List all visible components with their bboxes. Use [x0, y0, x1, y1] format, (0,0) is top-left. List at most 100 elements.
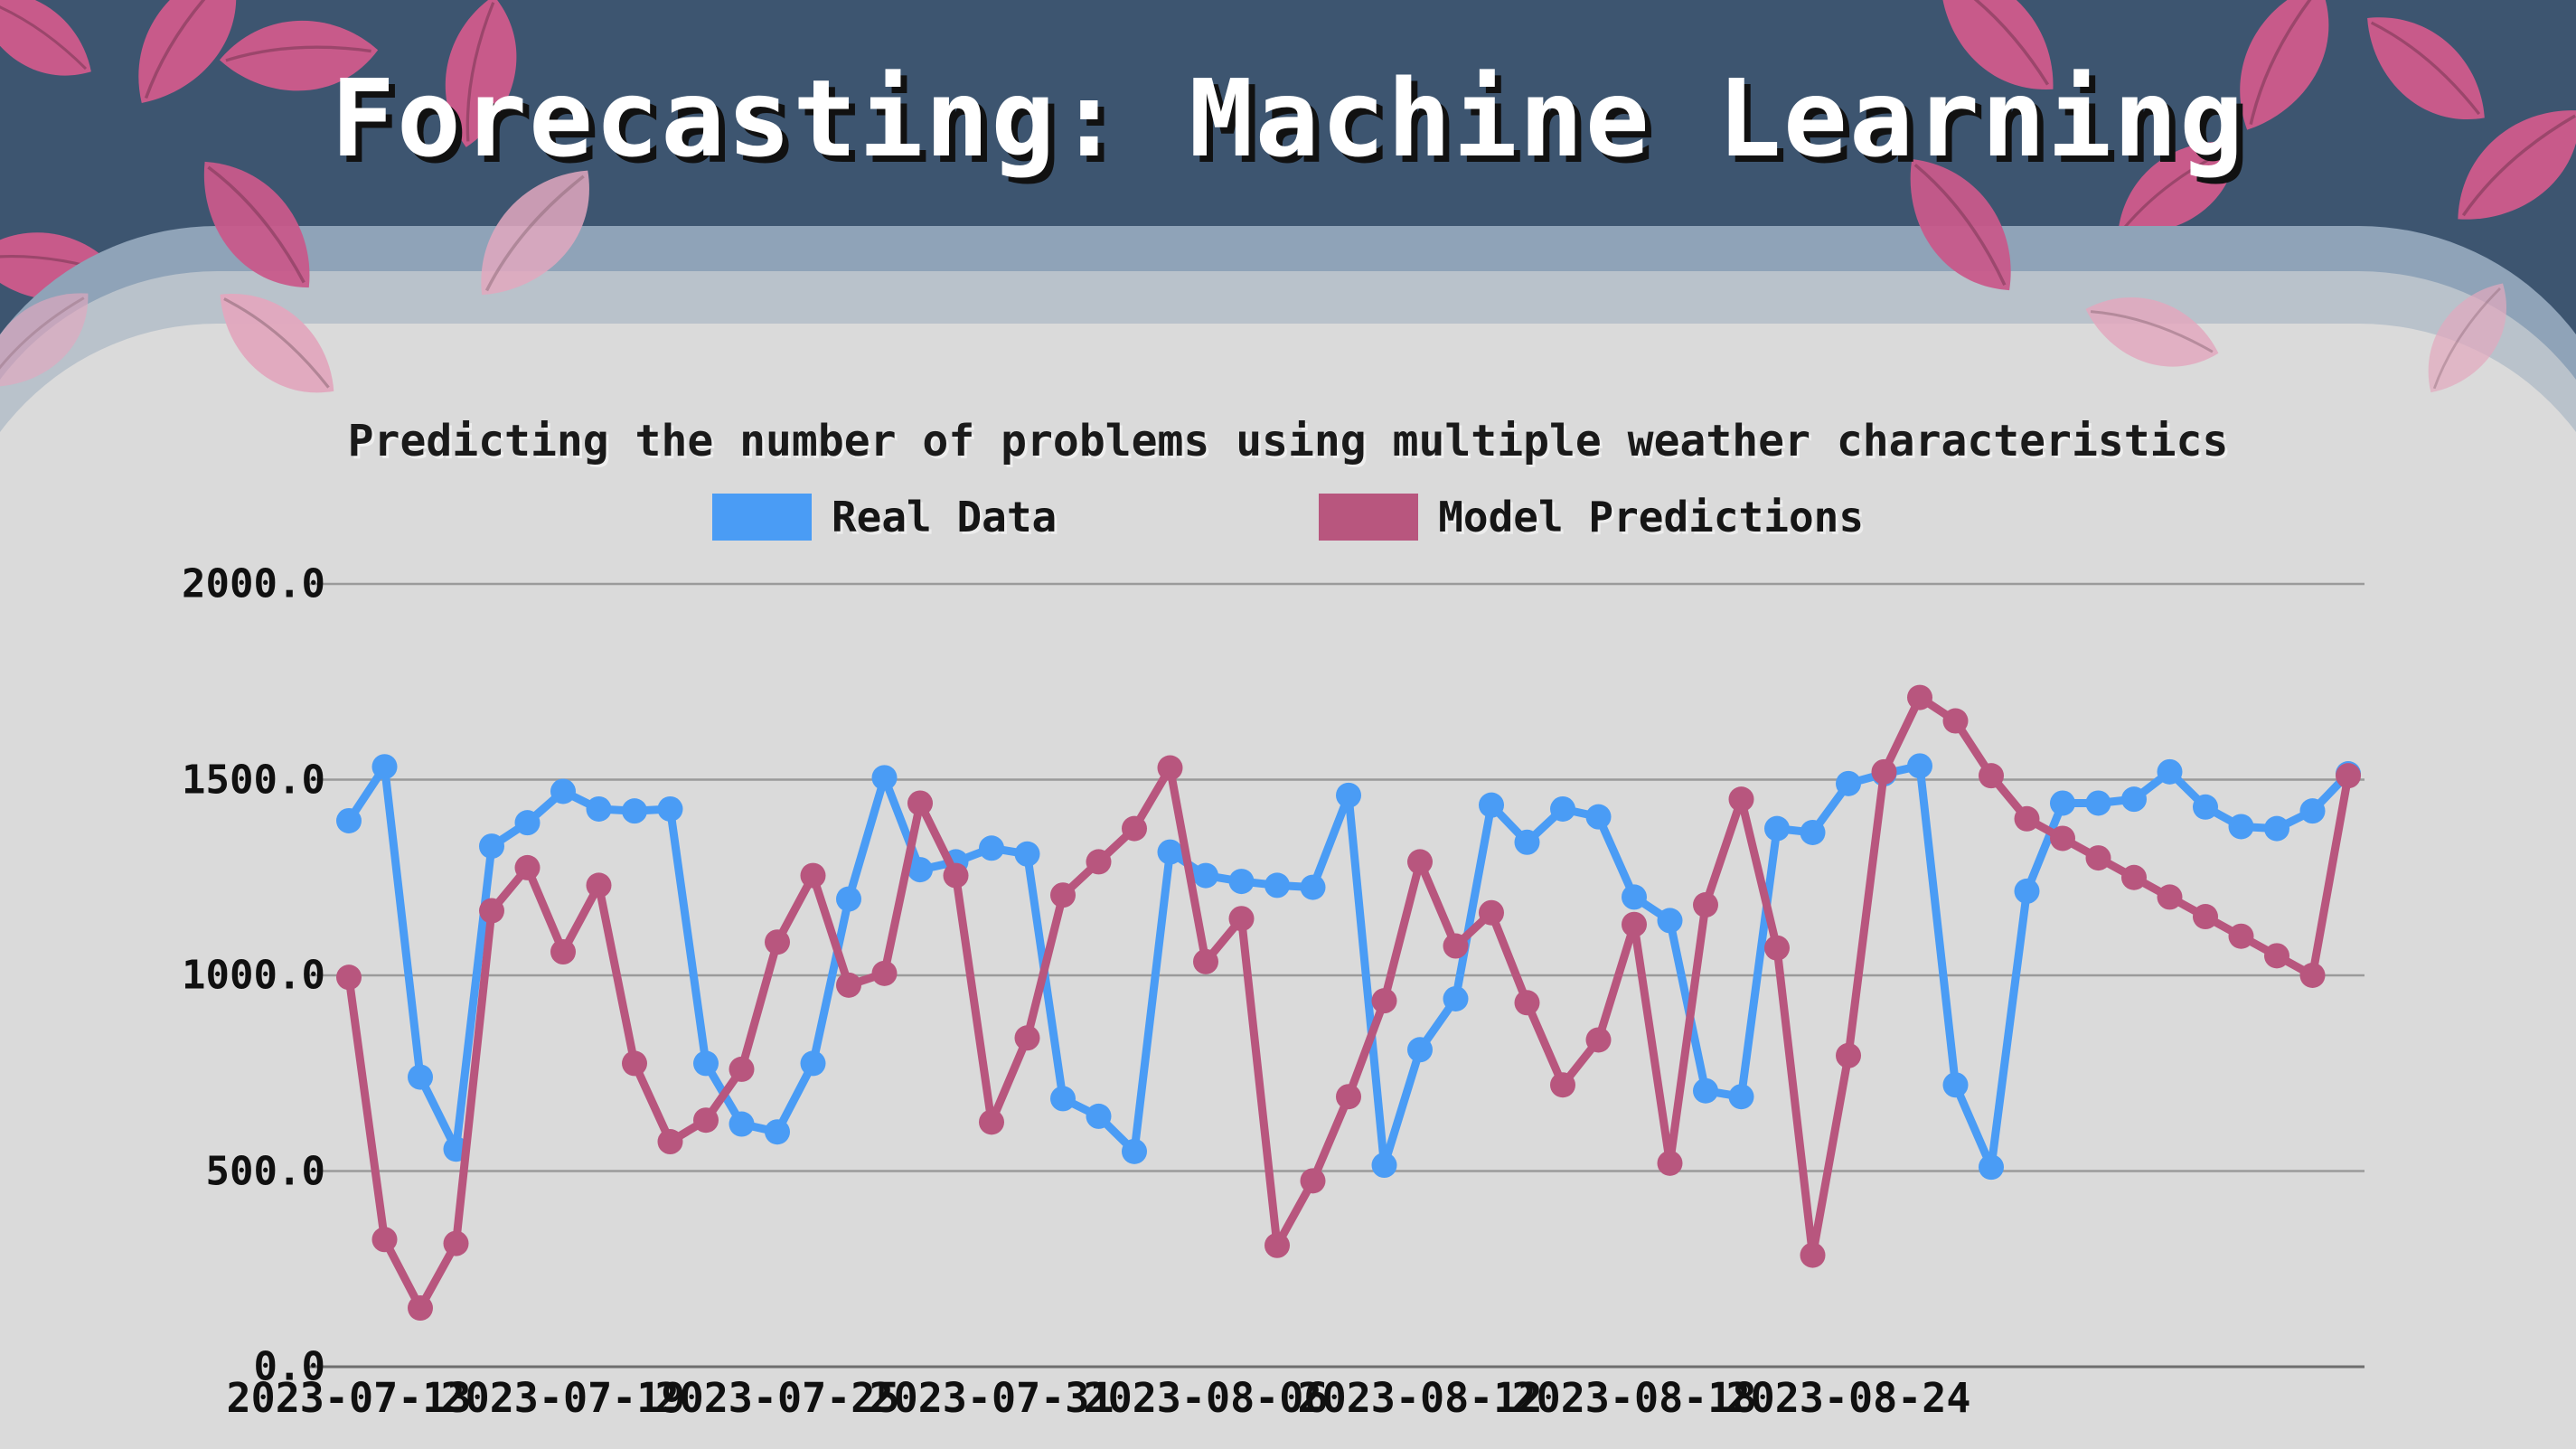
data-point — [979, 1109, 1004, 1135]
data-point — [1050, 882, 1076, 908]
data-point — [1300, 1168, 1326, 1194]
data-point — [408, 1295, 433, 1322]
data-point — [979, 835, 1004, 861]
data-point — [1693, 892, 1718, 918]
data-point — [1979, 763, 2004, 789]
data-point — [729, 1111, 755, 1137]
data-point — [1443, 933, 1469, 959]
data-point — [1800, 1242, 1826, 1268]
data-point — [1622, 884, 1647, 910]
data-point — [693, 1107, 719, 1134]
data-point — [1942, 708, 1969, 734]
data-point — [1407, 849, 1433, 875]
data-point — [2264, 815, 2289, 842]
data-point — [443, 1230, 469, 1256]
data-point — [765, 929, 790, 955]
data-point — [871, 960, 898, 986]
data-point — [2193, 794, 2218, 820]
chart-container: Predicting the number of problems using … — [0, 0, 2576, 1449]
data-point — [586, 795, 612, 822]
data-point — [2121, 786, 2147, 813]
data-point — [1550, 1072, 1575, 1098]
data-point — [1657, 1150, 1683, 1176]
x-axis-tick: 2023-07-25 — [654, 1374, 900, 1422]
data-point — [1479, 792, 1504, 818]
data-point — [1871, 758, 1897, 785]
x-axis-tick: 2023-08-18 — [1511, 1374, 1757, 1422]
data-point — [1657, 908, 1683, 934]
data-point — [1228, 906, 1255, 932]
y-axis-tick: 2000.0 — [182, 560, 325, 607]
data-point — [1514, 829, 1540, 855]
data-point — [479, 833, 504, 860]
data-point — [2299, 963, 2326, 988]
y-axis-tick: 1000.0 — [182, 952, 325, 999]
data-point — [1942, 1072, 1969, 1098]
data-point — [765, 1119, 790, 1145]
data-point — [1157, 755, 1183, 781]
data-point — [836, 886, 861, 912]
data-point — [2050, 790, 2075, 816]
x-axis-tick: 2023-08-12 — [1297, 1374, 1543, 1422]
data-point — [907, 790, 933, 816]
x-axis-tick: 2023-08-24 — [1725, 1374, 1971, 1422]
x-axis-tick: 2023-07-13 — [226, 1374, 472, 1422]
data-point — [1728, 786, 1754, 813]
data-point — [1122, 815, 1147, 842]
data-point — [1086, 1103, 1112, 1129]
x-axis-tick: 2023-08-06 — [1083, 1374, 1329, 1422]
data-point — [1585, 1027, 1612, 1053]
y-axis-tick: 1500.0 — [182, 757, 325, 803]
data-point — [836, 972, 861, 998]
data-point — [1193, 862, 1218, 889]
data-point — [1764, 935, 1790, 961]
data-point — [1693, 1077, 1718, 1104]
data-point — [622, 798, 647, 824]
data-point — [871, 765, 898, 791]
data-point — [1228, 869, 1255, 895]
data-point — [371, 1227, 398, 1253]
data-point — [622, 1050, 647, 1077]
data-point — [1622, 911, 1647, 937]
data-point — [479, 898, 504, 924]
data-point — [2193, 904, 2218, 930]
data-point — [336, 964, 362, 991]
data-point — [1764, 815, 1790, 842]
data-point — [657, 795, 683, 822]
data-point — [1014, 1025, 1040, 1051]
data-point — [1193, 948, 1218, 974]
data-point — [1836, 1042, 1861, 1068]
data-point — [1479, 899, 1504, 926]
data-point — [2228, 923, 2254, 949]
data-point — [2299, 798, 2326, 824]
data-point — [2014, 805, 2040, 832]
data-point — [1157, 839, 1183, 865]
data-point — [550, 939, 576, 965]
x-axis-tick: 2023-07-31 — [869, 1374, 1114, 1422]
data-point — [1550, 795, 1575, 822]
data-point — [2085, 845, 2111, 871]
data-point — [550, 778, 576, 804]
slide-title: Forecasting: Machine Learning — [330, 56, 2246, 181]
data-point — [408, 1064, 433, 1090]
data-point — [1336, 782, 1361, 808]
data-point — [586, 872, 612, 899]
data-point — [693, 1050, 719, 1077]
data-point — [800, 1050, 826, 1077]
data-point — [1122, 1138, 1147, 1164]
data-point — [1086, 849, 1112, 875]
data-point — [729, 1056, 755, 1082]
y-axis-tick: 500.0 — [205, 1148, 325, 1194]
data-point — [943, 862, 969, 889]
data-point — [514, 810, 541, 836]
data-point — [1264, 1232, 1290, 1258]
slide-root: Forecasting: Machine Learning Predicting… — [0, 0, 2576, 1449]
data-point — [1514, 990, 1540, 1016]
chart-svg — [306, 582, 2364, 1369]
data-point — [1050, 1086, 1076, 1112]
data-point — [1371, 988, 1397, 1014]
data-point — [2050, 825, 2075, 852]
data-point — [1443, 985, 1469, 1011]
data-point — [2014, 878, 2040, 904]
data-point — [2085, 790, 2111, 816]
